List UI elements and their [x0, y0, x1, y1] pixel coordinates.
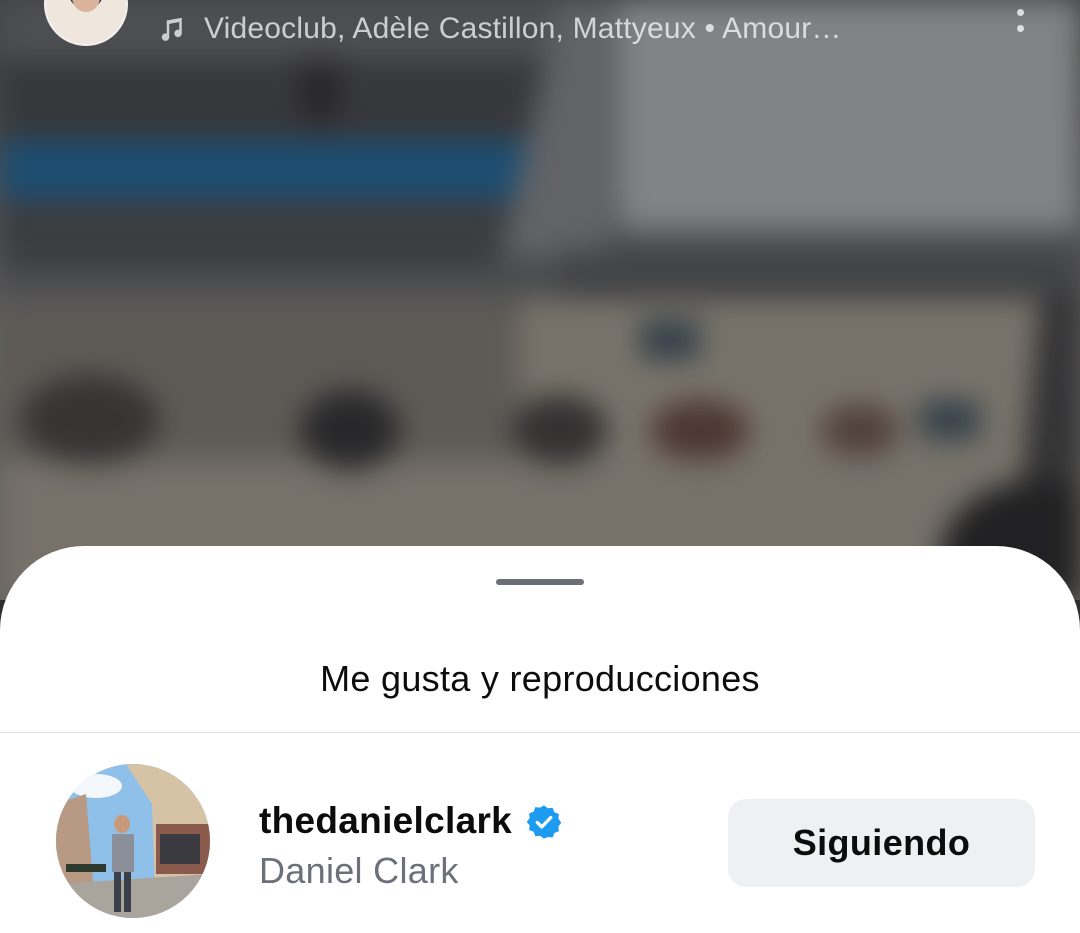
- sheet-title: Me gusta y reproducciones: [320, 658, 760, 699]
- reel-screen: Videoclub, Adèle Castillon, Mattyeux • A…: [0, 0, 1080, 933]
- list-item[interactable]: thedanielclark Daniel Clark Siguiendo: [0, 764, 1080, 920]
- following-button[interactable]: Siguiendo: [728, 799, 1035, 887]
- audio-attribution[interactable]: Videoclub, Adèle Castillon, Mattyeux • A…: [158, 12, 842, 46]
- avatar-face: [72, 0, 100, 12]
- avatar[interactable]: [56, 764, 210, 918]
- likes-bottom-sheet: Me gusta y reproducciones thedanielclark…: [0, 546, 1080, 933]
- username[interactable]: thedanielclark: [259, 800, 512, 842]
- full-name: Daniel Clark: [259, 850, 459, 891]
- sheet-drag-handle[interactable]: [496, 579, 584, 585]
- more-options-button[interactable]: [1008, 0, 1032, 32]
- audio-text: Videoclub, Adèle Castillon, Mattyeux • A…: [204, 12, 842, 45]
- dot-icon: [1016, 25, 1024, 32]
- username-line: thedanielclark: [259, 800, 562, 842]
- video-background[interactable]: [0, 0, 1080, 600]
- video-dim-overlay: [0, 0, 1080, 600]
- divider: [0, 732, 1080, 733]
- verified-badge-icon: [526, 805, 562, 839]
- dot-icon: [1016, 8, 1024, 16]
- music-note-icon: [161, 17, 182, 41]
